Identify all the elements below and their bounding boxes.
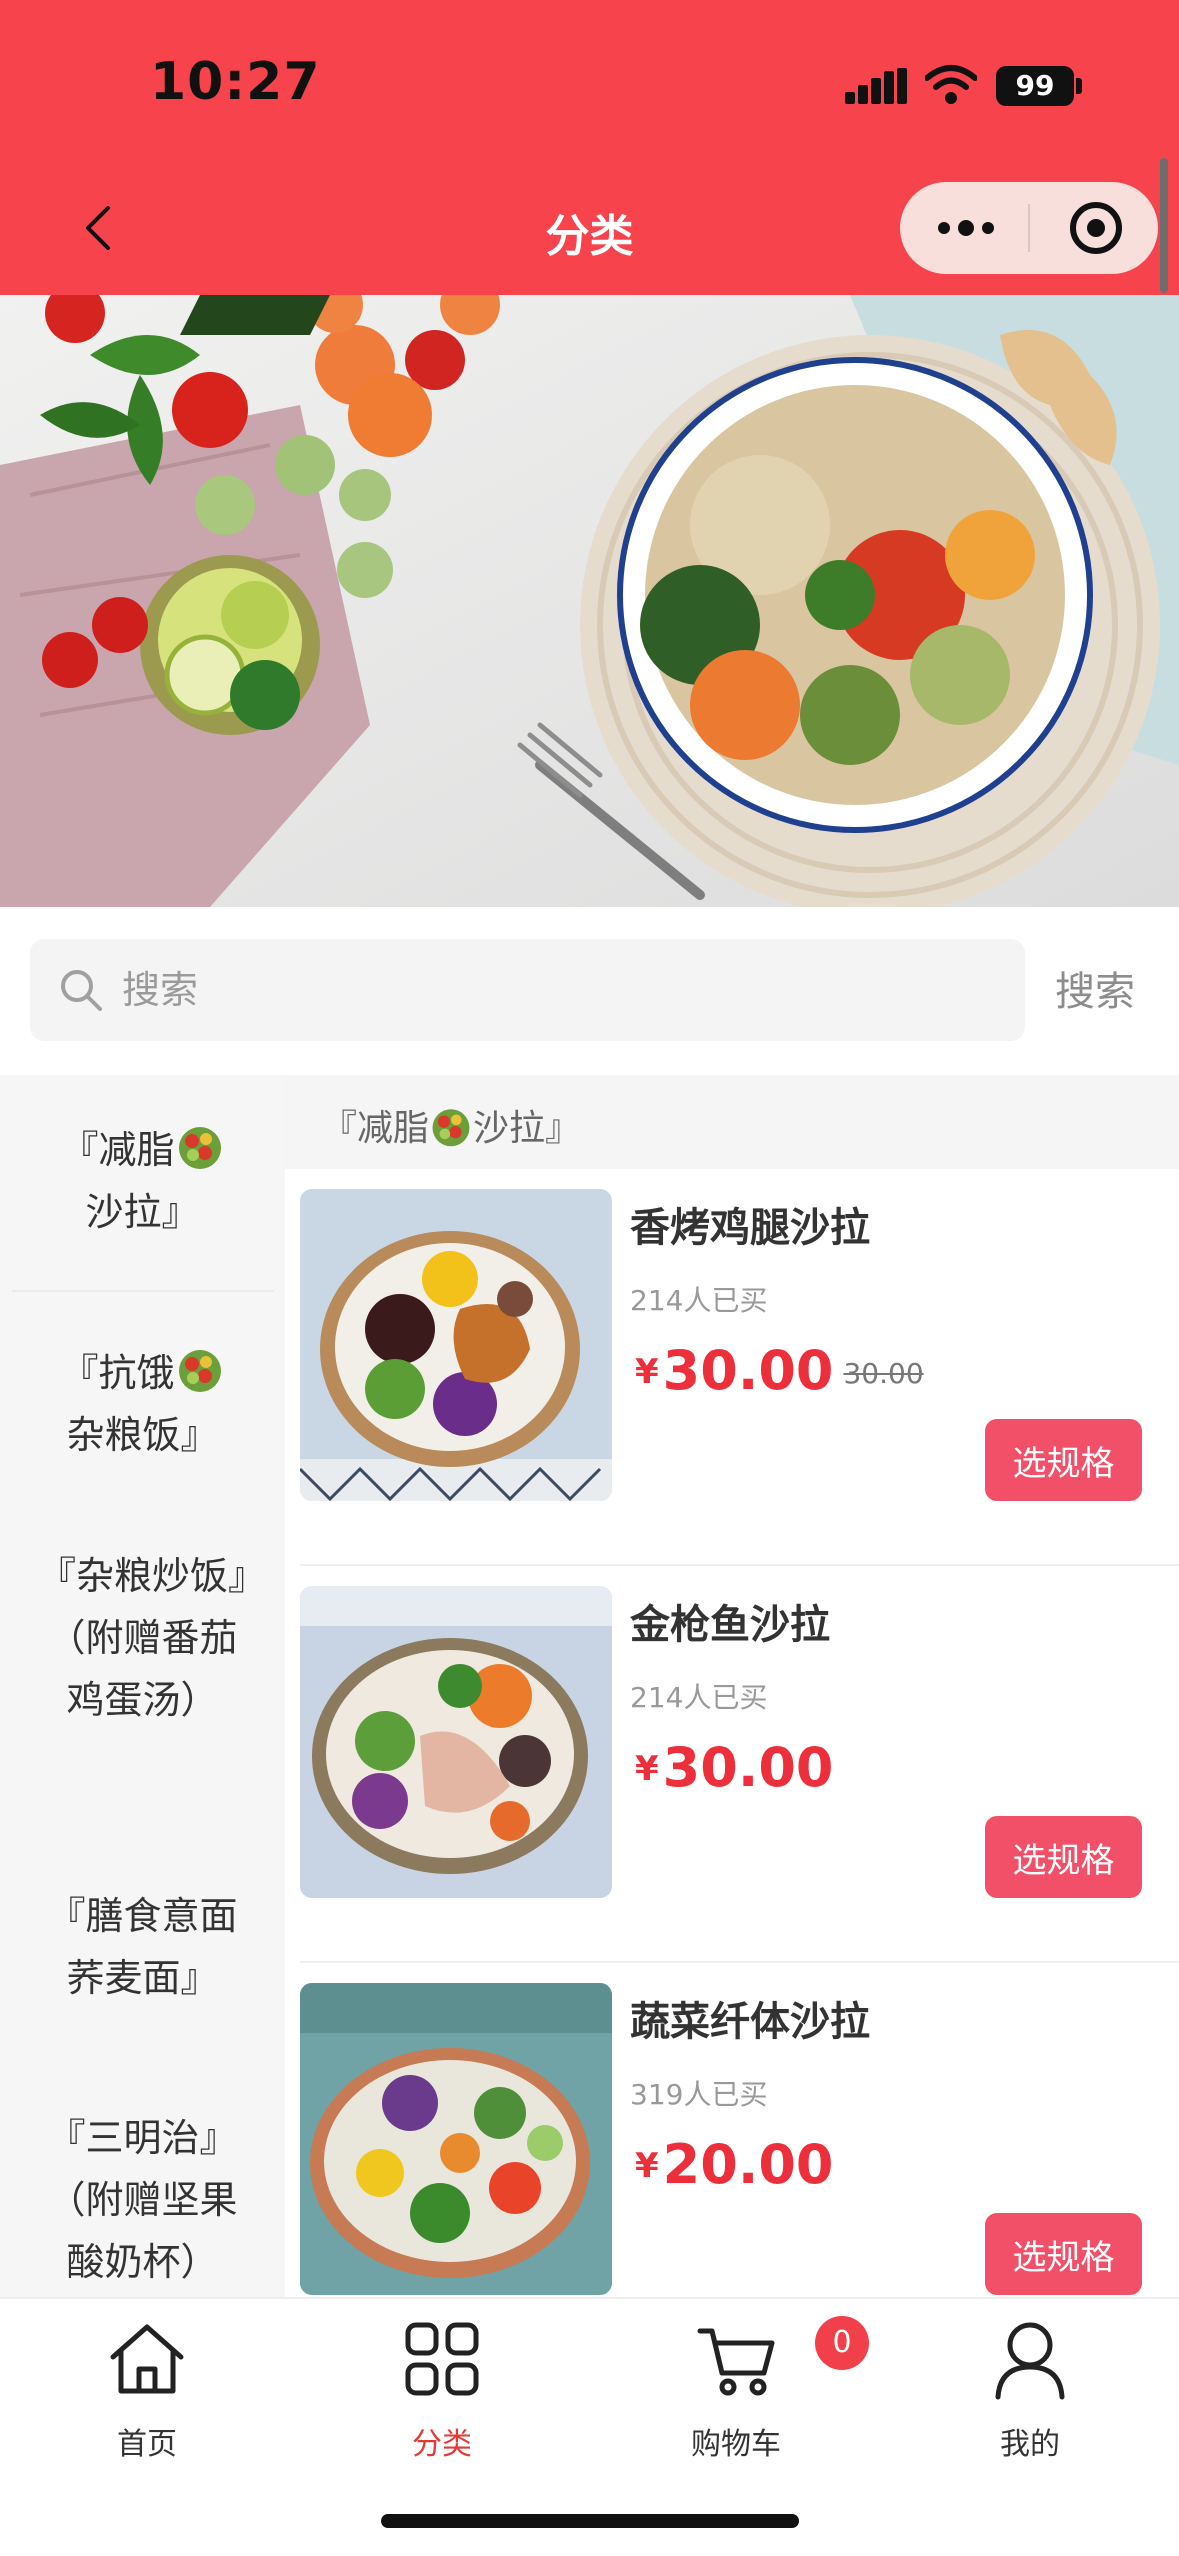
- sidebar-item-label: 『减脂 沙拉』: [0, 1119, 285, 1243]
- product-card[interactable]: 香烤鸡腿沙拉 214人已买 ¥30.00 30.00 选规格: [285, 1169, 1179, 1566]
- status-bar: 10:27 99: [0, 0, 1179, 160]
- original-price: 30.00: [843, 1357, 924, 1390]
- home-icon: [110, 2324, 184, 2394]
- cart-count-badge: 0: [815, 2316, 869, 2370]
- tab-label: 首页: [117, 2427, 177, 2462]
- tab-category[interactable]: 分类: [342, 2317, 542, 2467]
- price: ¥20.00: [635, 2133, 833, 2196]
- select-spec-button[interactable]: 选规格: [985, 2213, 1142, 2295]
- banner-illustration: [0, 295, 1179, 907]
- salad-icon: [178, 1127, 221, 1169]
- cart-icon: [697, 2328, 775, 2396]
- sidebar-item-sandwich[interactable]: 『三明治』（附赠坚果酸奶杯）: [0, 2107, 285, 2297]
- user-icon: [995, 2322, 1065, 2400]
- battery-icon: 99: [996, 66, 1074, 106]
- salad-icon: [178, 1350, 221, 1392]
- section-header: 『减脂 沙拉』: [285, 1075, 1179, 1169]
- tab-profile[interactable]: 我的: [930, 2317, 1130, 2467]
- price-amount: 20.00: [662, 2133, 834, 2196]
- wifi-icon: [925, 65, 977, 104]
- product-list: 『减脂 沙拉』 香烤鸡腿沙拉 214人已买 ¥30.00 30.00 选规格 金…: [285, 1075, 1179, 2297]
- nav-bar: 分类: [0, 160, 1179, 295]
- salad-icon: [432, 1109, 470, 1147]
- product-image[interactable]: [300, 1586, 612, 1898]
- select-spec-button[interactable]: 选规格: [985, 1419, 1142, 1501]
- close-miniprogram-icon[interactable]: [1070, 202, 1122, 254]
- currency-symbol: ¥: [635, 2146, 659, 2186]
- battery-tip: [1076, 78, 1082, 94]
- price: ¥30.00 30.00: [635, 1339, 924, 1402]
- sidebar-item-fat-loss-salad[interactable]: 『减脂 沙拉』: [0, 1075, 285, 1290]
- tab-home[interactable]: 首页: [47, 2317, 247, 2467]
- sold-count: 214人已买: [630, 1284, 768, 1317]
- category-sidebar: 『减脂 沙拉』 『抗饿 杂粮饭』 『杂粮炒饭』（附赠番茄鸡蛋汤） 『膳食意面荞麦面』…: [0, 1075, 285, 2297]
- search-button[interactable]: 搜索: [1055, 959, 1135, 1017]
- banner-image[interactable]: [0, 295, 1179, 907]
- price-amount: 30.00: [662, 1736, 834, 1799]
- product-name: 蔬菜纤体沙拉: [630, 1999, 870, 2045]
- more-icon[interactable]: [900, 182, 1028, 274]
- status-time: 10:27: [150, 52, 321, 112]
- search-icon: [61, 970, 102, 1011]
- sidebar-item-grain-rice[interactable]: 『抗饿 杂粮饭』: [0, 1292, 285, 1514]
- sidebar-item-label: 『杂粮炒饭』（附赠番茄鸡蛋汤）: [37, 1554, 247, 1722]
- sidebar-item-fried-rice[interactable]: 『杂粮炒饭』（附赠番茄鸡蛋汤）: [0, 1545, 285, 1845]
- tab-label: 购物车: [691, 2427, 781, 2462]
- product-name: 香烤鸡腿沙拉: [630, 1205, 870, 1251]
- product-name: 金枪鱼沙拉: [630, 1602, 830, 1648]
- tab-cart[interactable]: 购物车: [636, 2317, 836, 2467]
- home-indicator: [381, 2514, 799, 2528]
- search-box[interactable]: [30, 939, 1025, 1041]
- tab-label: 我的: [1000, 2427, 1060, 2462]
- category-grid-icon: [405, 2322, 479, 2396]
- sold-count: 214人已买: [630, 1681, 768, 1714]
- signal-icon: [845, 68, 907, 104]
- sold-count: 319人已买: [630, 2078, 768, 2111]
- tab-label: 分类: [412, 2427, 472, 2462]
- price: ¥30.00: [635, 1736, 833, 1799]
- select-spec-button[interactable]: 选规格: [985, 1816, 1142, 1898]
- scroll-indicator: [1160, 158, 1168, 293]
- section-title: 『减脂 沙拉』: [321, 1099, 581, 1151]
- sidebar-item-pasta[interactable]: 『膳食意面荞麦面』: [0, 1885, 285, 2045]
- capsule-divider: [1028, 204, 1030, 252]
- product-image[interactable]: [300, 1189, 612, 1501]
- product-card[interactable]: 蔬菜纤体沙拉 319人已买 ¥20.00 选规格: [285, 1963, 1179, 2297]
- currency-symbol: ¥: [635, 1749, 659, 1789]
- sidebar-item-label: 『膳食意面荞麦面』: [47, 1894, 238, 2000]
- price-amount: 30.00: [662, 1339, 834, 1402]
- search-row: 搜索: [0, 907, 1179, 1075]
- mini-program-capsule: [900, 182, 1158, 274]
- product-card[interactable]: 金枪鱼沙拉 214人已买 ¥30.00 选规格: [285, 1566, 1179, 1963]
- product-image[interactable]: [300, 1983, 612, 2295]
- sidebar-item-label: 『抗饿 杂粮饭』: [0, 1342, 285, 1466]
- currency-symbol: ¥: [635, 1352, 659, 1392]
- search-input[interactable]: [122, 939, 1002, 1041]
- sidebar-item-label: 『三明治』（附赠坚果酸奶杯）: [47, 2116, 238, 2284]
